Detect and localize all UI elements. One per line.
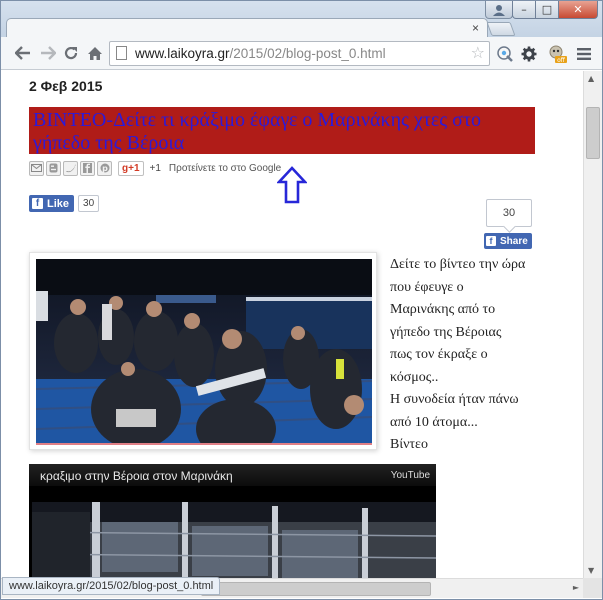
post-body-line: από 10 άτομα... (390, 414, 478, 430)
post-body-line: πως τον έκραξε ο (390, 347, 488, 362)
status-bar-url: www.laikoyra.gr/2015/02/blog-post_0.html (2, 577, 221, 595)
reload-icon[interactable] (61, 43, 81, 63)
tab-strip: × (0, 18, 603, 38)
post-date: 2 Φεβ 2015 (29, 78, 103, 94)
profile-avatar-icon[interactable] (485, 1, 513, 19)
scroll-up-icon[interactable]: ▲ (588, 74, 594, 83)
svg-text:off: off (557, 57, 566, 64)
home-icon[interactable] (85, 43, 105, 63)
share-count-bubble: 30 (486, 199, 532, 227)
translate-icon[interactable] (495, 44, 515, 64)
facebook-like-button[interactable]: f Like (29, 195, 75, 212)
url-text[interactable]: www.laikoyra.gr/2015/02/blog-post_0.html (135, 46, 386, 61)
share-toolbar: p g+1 +1 Προτείνετε το στο Google (29, 159, 281, 177)
vertical-scrollbar[interactable]: ▲ ▼ (583, 71, 602, 578)
facebook-icon[interactable] (80, 160, 95, 176)
url-host: www.laikoyra.gr (135, 46, 230, 61)
like-count-bubble: 30 (78, 195, 100, 212)
facebook-f-icon: f (32, 198, 43, 209)
post-title-link[interactable]: ΒΙΝΤΕΟ-Δείτε τι κράξιμο έφαγε ο Μαρινάκη… (29, 107, 535, 155)
browser-toolbar: www.laikoyra.gr/2015/02/blog-post_0.html… (0, 37, 603, 70)
post-body: Δείτε το βίντεο την ώρα που έφευγε ο Μαρ… (390, 254, 550, 457)
extension-badge-icon[interactable]: off (547, 44, 567, 64)
page-icon (116, 46, 127, 60)
menu-icon[interactable] (574, 44, 594, 64)
google-recommend-text: Προτείνετε το στο Google (168, 162, 282, 174)
google-plus-button[interactable]: g+1 (118, 160, 144, 176)
post-body-line: γήπεδο της Βέροιας (390, 324, 502, 340)
post-body-line: κόσμος.. (390, 369, 439, 385)
vertical-scroll-thumb[interactable] (586, 107, 600, 159)
youtube-logo[interactable]: YouTube (391, 470, 430, 481)
star-icon[interactable]: ☆ (471, 43, 485, 62)
post-image-frame (29, 252, 377, 450)
horizontal-scroll-thumb[interactable] (201, 582, 431, 596)
share-label: Share (500, 235, 528, 247)
tab-close-icon[interactable]: × (472, 21, 479, 35)
page-content: 2 Φεβ 2015 ΒΙΝΤΕΟ-Δείτε τι κράξιμο έφαγε… (1, 71, 583, 578)
post-body-line: Δείτε το βίντεο την ώρα (390, 257, 526, 272)
facebook-share-button[interactable]: f Share (484, 233, 532, 249)
minimize-button[interactable]: – (512, 1, 536, 19)
image-underline (36, 443, 372, 445)
maximize-button[interactable]: □ (535, 1, 559, 19)
close-window-button[interactable]: ✕ (558, 1, 598, 19)
twitter-icon[interactable] (63, 160, 78, 176)
scrollbar-corner (583, 578, 602, 598)
facebook-f-icon: f (486, 236, 496, 246)
post-body-line: Βίντεο (390, 437, 428, 452)
facebook-like-widget: f Like 30 (29, 195, 100, 212)
svg-text:p: p (102, 164, 108, 173)
post-title-block: ΒΙΝΤΕΟ-Δείτε τι κράξιμο έφαγε ο Μαρινάκη… (29, 107, 535, 154)
post-body-line: Μαρινάκης από το (390, 302, 496, 317)
post-body-line: Η συνοδεία ήταν πάνω (390, 392, 519, 407)
browser-tab[interactable]: × (6, 18, 488, 38)
plus-one-count: +1 (149, 162, 161, 174)
pinterest-icon[interactable]: p (97, 160, 112, 176)
stadium-crowd-image[interactable] (36, 259, 372, 445)
address-bar[interactable]: www.laikoyra.gr/2015/02/blog-post_0.html… (109, 41, 490, 66)
youtube-embed[interactable]: κραξιμο στην Βέροια στον Μαρινάκη YouTub… (29, 464, 436, 578)
settings-gear-icon[interactable] (519, 44, 539, 64)
scroll-right-icon[interactable]: ► (573, 583, 579, 592)
forward-icon[interactable] (38, 43, 58, 63)
video-title[interactable]: κραξιμο στην Βέροια στον Μαρινάκη (40, 469, 233, 483)
video-title-bar: κραξιμο στην Βέροια στον Μαρινάκη YouTub… (29, 464, 436, 486)
annotation-arrow-up-icon (277, 166, 307, 204)
scroll-down-icon[interactable]: ▼ (588, 566, 594, 575)
back-icon[interactable] (13, 43, 33, 63)
url-path: /2015/02/blog-post_0.html (229, 46, 386, 61)
facebook-share-widget: 30 f Share (484, 199, 532, 249)
new-tab-button[interactable] (486, 22, 516, 36)
email-icon[interactable] (29, 160, 44, 176)
blogger-icon[interactable] (46, 160, 61, 176)
like-label: Like (47, 197, 70, 210)
video-frame[interactable] (32, 502, 436, 578)
post-body-line: που έφευγε ο (390, 279, 464, 295)
